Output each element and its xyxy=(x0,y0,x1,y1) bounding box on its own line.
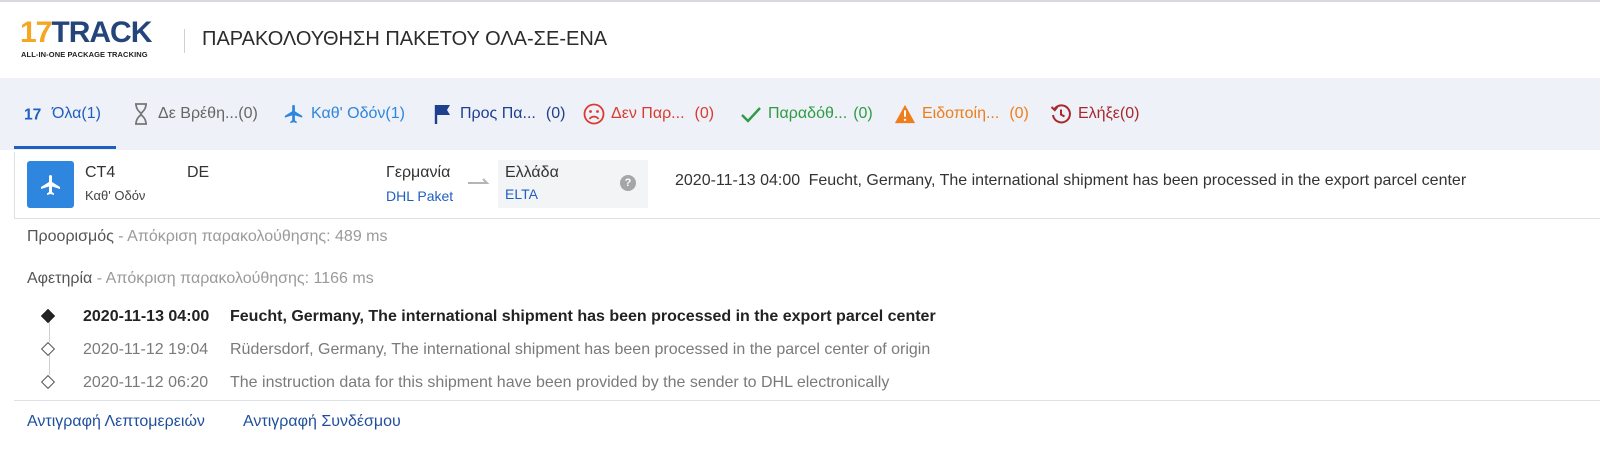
route-arrow-icon xyxy=(467,174,491,192)
event-time: 2020-11-12 06:20 xyxy=(83,374,209,391)
flag-icon xyxy=(432,103,454,125)
timeline-dot-hollow-icon xyxy=(40,374,56,390)
logo-track: TRACK xyxy=(51,16,152,49)
tab-pickup[interactable]: Προς Πα... (0) xyxy=(432,78,565,150)
logo[interactable]: 17TRACK ALL-IN-ONE PACKAGE TRACKING xyxy=(20,18,170,62)
package-status: Καθ' Οδόν xyxy=(85,188,146,203)
history-icon xyxy=(1050,103,1072,125)
tracking-number[interactable]: CT4 xyxy=(85,164,115,182)
tab-alert[interactable]: Ειδοποίη... (0) xyxy=(894,78,1029,150)
check-icon xyxy=(740,103,762,125)
tab-count: (0) xyxy=(1009,105,1029,122)
tab-label: Παραδόθ... xyxy=(768,105,848,122)
17-logo-icon: 17 xyxy=(24,103,46,125)
tab-count: (0) xyxy=(694,105,715,122)
timeline-dot-filled-icon xyxy=(40,308,56,324)
tab-all[interactable]: 17 Όλα(1) xyxy=(24,78,101,150)
tab-delivered[interactable]: Παραδόθ... (0) xyxy=(740,78,873,150)
logo-17: 17 xyxy=(20,16,52,49)
origin-label: Αφετηρία xyxy=(27,270,93,287)
timeline-event: 2020-11-13 04:00 Feucht, Germany, The in… xyxy=(40,308,1140,338)
hourglass-icon xyxy=(130,103,152,125)
timeline-event: 2020-11-12 19:04 Rüdersdorf, Germany, Th… xyxy=(40,341,1140,371)
warning-icon xyxy=(894,103,916,125)
page-title: ΠΑΡΑΚΟΛΟΥΘΗΣΗ ΠΑΚΕΤΟΥ ΟΛΑ-ΣΕ-ΕΝΑ xyxy=(202,28,608,50)
logo-wordmark: 17TRACK xyxy=(20,16,152,49)
tab-label: Όλα(1) xyxy=(52,105,101,122)
tab-label: Ειδοποίη... xyxy=(922,105,1000,122)
package-row[interactable]: CT4 DE Καθ' Οδόν Γερμανία DHL Paket Ελλά… xyxy=(14,152,1600,219)
destination-label: Προορισμός xyxy=(27,228,114,245)
plane-icon xyxy=(283,103,305,125)
latest-event-time: 2020-11-13 04:00 xyxy=(675,172,801,189)
tab-label: Προς Πα... xyxy=(460,105,536,122)
origin-carrier-link[interactable]: DHL Paket xyxy=(386,188,453,204)
tab-count: (0) xyxy=(545,105,566,122)
footer-divider xyxy=(14,400,1600,401)
latest-event-desc: Feucht, Germany, The international shipm… xyxy=(808,172,1467,189)
tracking-number-suffix: DE xyxy=(187,164,210,181)
status-plane-icon xyxy=(27,161,74,208)
tab-undelivered[interactable]: Δεν Παρ... (0) xyxy=(583,78,714,150)
origin-country: Γερμανία xyxy=(386,164,451,181)
header: 17TRACK ALL-IN-ONE PACKAGE TRACKING ΠΑΡΑ… xyxy=(0,2,1600,78)
latest-event: 2020-11-13 04:00 Feucht, Germany, The in… xyxy=(675,172,1466,190)
destination-response: Προορισμός - Απόκριση παρακολούθησης: 48… xyxy=(27,228,388,246)
tab-label: Δε Βρέθη...(0) xyxy=(158,105,258,122)
tab-in-transit[interactable]: Καθ' Οδόν(1) xyxy=(283,78,405,150)
event-desc: Rüdersdorf, Germany, The international s… xyxy=(230,341,931,358)
tab-expired[interactable]: Ελήξε(0) xyxy=(1050,78,1139,150)
help-icon[interactable]: ? xyxy=(620,175,636,191)
event-time: 2020-11-12 19:04 xyxy=(83,341,209,358)
tab-label: Καθ' Οδόν(1) xyxy=(311,105,405,122)
tab-label: Ελήξε(0) xyxy=(1078,105,1140,122)
svg-text:17: 17 xyxy=(24,107,41,124)
tab-not-found[interactable]: Δε Βρέθη...(0) xyxy=(130,78,258,150)
sad-face-icon xyxy=(583,103,605,125)
event-desc: Feucht, Germany, The international shipm… xyxy=(230,308,936,325)
origin-meta: - Απόκριση παρακολούθησης: 1166 ms xyxy=(92,270,374,287)
tab-label: Δεν Παρ... xyxy=(611,105,685,122)
header-divider xyxy=(184,29,185,53)
destination-box: Ελλάδα ELTA ? xyxy=(498,160,648,208)
status-tabs: 17 Όλα(1) Δε Βρέθη...(0) Καθ' Οδόν(1) Πρ… xyxy=(0,78,1600,150)
destination-meta: - Απόκριση παρακολούθησης: 489 ms xyxy=(113,228,388,245)
timeline-dot-hollow-icon xyxy=(40,341,56,357)
logo-tagline: ALL-IN-ONE PACKAGE TRACKING xyxy=(21,50,148,59)
event-desc: The instruction data for this shipment h… xyxy=(230,374,890,391)
event-time: 2020-11-13 04:00 xyxy=(83,308,210,325)
destination-country: Ελλάδα xyxy=(505,164,559,181)
destination-carrier-link[interactable]: ELTA xyxy=(505,186,538,202)
tab-count: (0) xyxy=(853,105,873,122)
active-tab-indicator xyxy=(14,146,116,149)
copy-details-link[interactable]: Αντιγραφή Λεπτομερειών xyxy=(27,413,205,431)
copy-link-link[interactable]: Αντιγραφή Συνδέσμου xyxy=(243,413,401,431)
origin-response: Αφετηρία - Απόκριση παρακολούθησης: 1166… xyxy=(27,270,374,288)
